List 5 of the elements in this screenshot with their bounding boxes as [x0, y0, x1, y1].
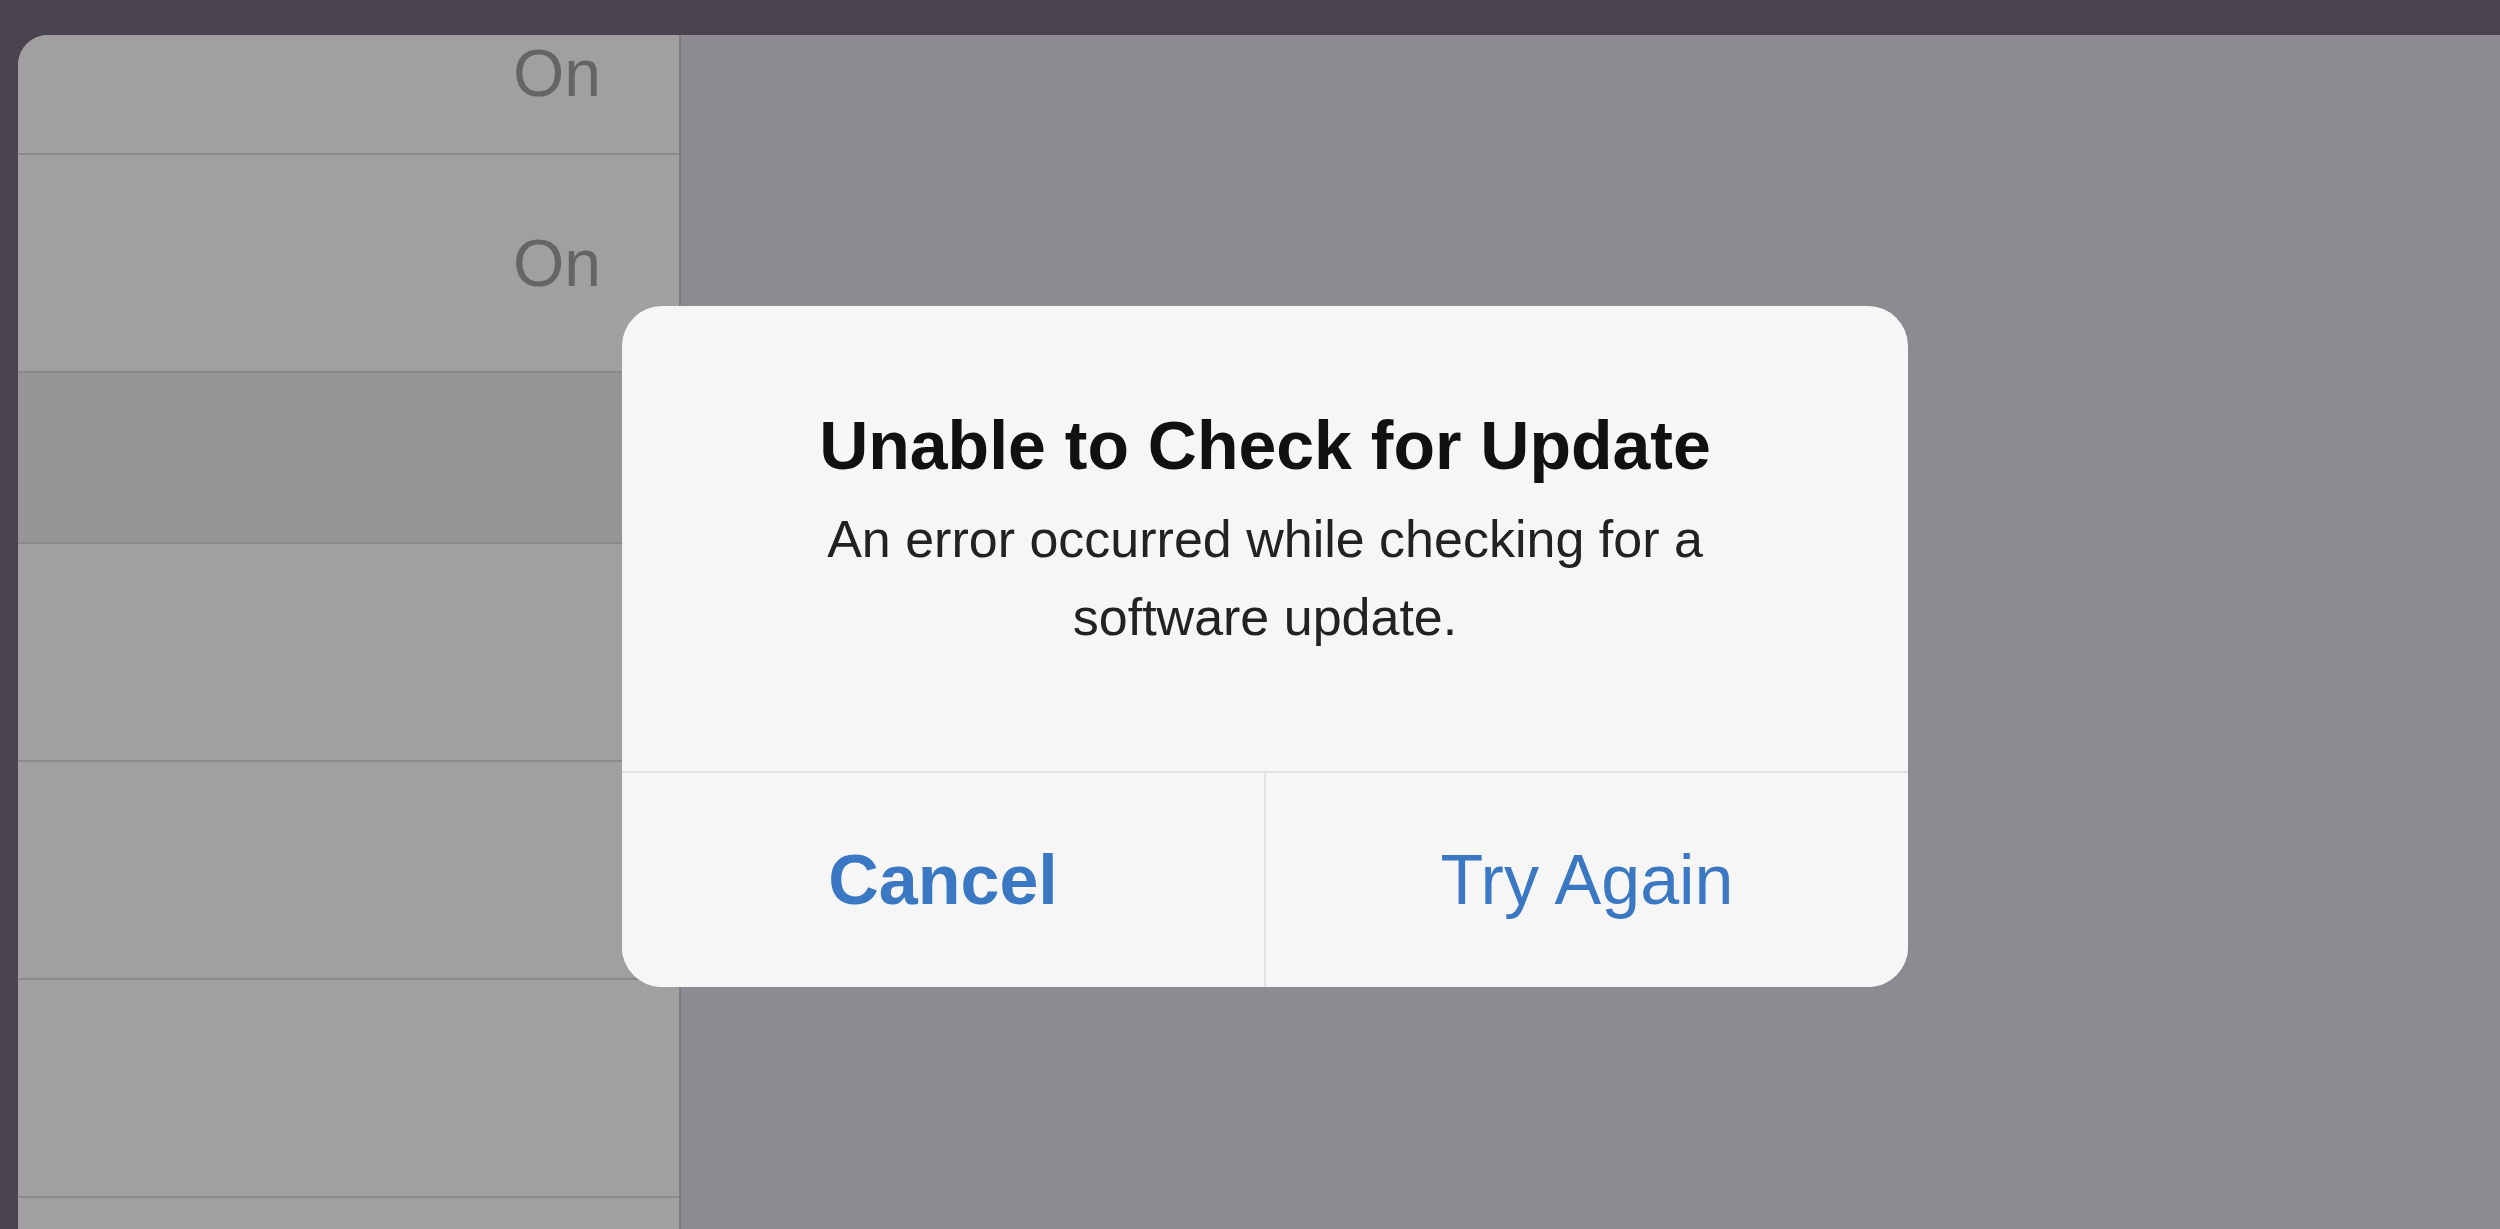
- setting-value: On: [512, 225, 601, 301]
- retry-button[interactable]: Try Again: [1264, 773, 1908, 987]
- alert-title: Unable to Check for Update: [819, 406, 1711, 484]
- alert-message: An error occurred while checking for a software update.: [826, 509, 1704, 648]
- setting-value: On: [512, 35, 601, 111]
